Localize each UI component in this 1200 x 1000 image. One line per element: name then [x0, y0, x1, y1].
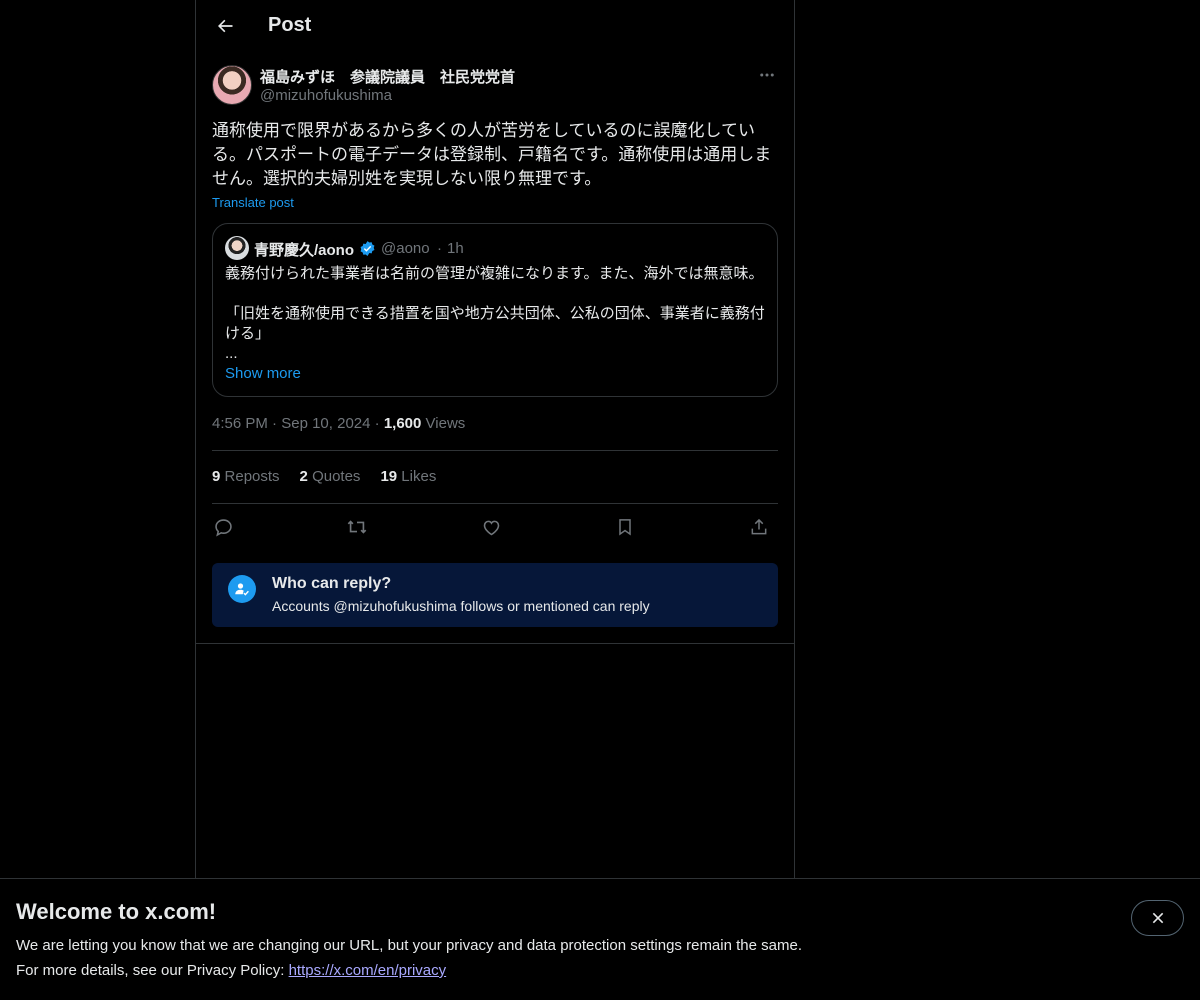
close-banner-button[interactable]	[1131, 900, 1184, 936]
bookmark-icon	[619, 519, 631, 536]
quote-timestamp: 1h	[447, 240, 464, 257]
repost-icon	[347, 520, 367, 534]
separator-dot: ·	[437, 240, 442, 257]
show-more-link[interactable]: Show more	[225, 365, 301, 382]
quote-text: 義務付けられた事業者は名前の管理が複雑になります。また、海外では無意味。 「旧姓…	[225, 264, 767, 364]
back-button[interactable]	[208, 9, 242, 43]
welcome-banner: Welcome to x.com! We are letting you kno…	[0, 878, 1200, 1000]
post-meta: 4:56 PM · Sep 10, 2024 · 1,600 Views	[212, 415, 465, 432]
author-name[interactable]: 福島みずほ 参議院議員 社民党党首	[260, 66, 515, 87]
engagement-stats: 9 Reposts 2 Quotes 19 Likes	[212, 468, 436, 485]
share-icon	[751, 518, 767, 535]
views-count: 1,600	[383, 415, 422, 432]
quoted-post[interactable]: 青野慶久/aono @aono · 1h 義務付けられた事業者は名前の管理が複雑…	[212, 223, 778, 397]
person-check-icon	[228, 575, 256, 603]
separator-dot: ·	[272, 415, 278, 432]
quote-ellipsis: ...	[225, 345, 238, 362]
quote-blank-line	[225, 284, 767, 304]
author-handle[interactable]: @mizuhofukushima	[260, 87, 392, 104]
reply-button[interactable]	[206, 510, 240, 544]
translate-post-link[interactable]: Translate post	[212, 195, 294, 210]
more-horizontal-icon	[760, 73, 774, 77]
share-button[interactable]	[742, 510, 776, 544]
quote-avatar	[225, 236, 249, 260]
separator-dot: ·	[374, 415, 380, 432]
privacy-policy-link[interactable]: https://x.com/en/privacy	[289, 962, 447, 979]
post-author: 福島みずほ 参議院議員 社民党党首 @mizuhofukushima	[212, 65, 778, 107]
verified-badge-icon	[360, 241, 375, 256]
avatar[interactable]	[212, 65, 252, 105]
views-label: Views	[425, 415, 466, 432]
quote-author-handle: @aono	[381, 240, 430, 257]
banner-message: We are letting you know that we are chan…	[16, 937, 802, 954]
who-can-reply-subtitle: Accounts @mizuhofukushima follows or men…	[272, 598, 650, 614]
divider	[196, 643, 794, 644]
bookmark-button[interactable]	[608, 510, 642, 544]
more-options-button[interactable]	[756, 65, 778, 85]
quote-line: 義務付けられた事業者は名前の管理が複雑になります。また、海外では無意味。	[225, 265, 764, 282]
divider	[212, 450, 778, 451]
like-icon	[483, 520, 499, 535]
post-text: 通称使用で限界があるから多くの人が苦労をしているのに誤魔化している。パスポートの…	[212, 121, 772, 188]
quote-author-name: 青野慶久/aono	[254, 242, 354, 259]
close-icon	[1152, 912, 1163, 924]
post-time[interactable]: 4:56 PM	[212, 415, 268, 432]
repost-button[interactable]	[340, 510, 374, 544]
reposts-stat[interactable]: 9 Reposts	[212, 468, 280, 485]
divider	[212, 503, 778, 504]
banner-title: Welcome to x.com!	[16, 899, 217, 924]
banner-privacy-line: For more details, see our Privacy Policy…	[16, 962, 447, 979]
arrow-left-icon	[218, 19, 233, 33]
timeline-column: Post 福島みずほ 参議院議員 社民党党首 @mizuhofukushima …	[195, 0, 795, 878]
quotes-stat[interactable]: 2 Quotes	[300, 468, 361, 485]
likes-stat[interactable]: 19 Likes	[380, 468, 436, 485]
post-date[interactable]: Sep 10, 2024	[281, 415, 370, 432]
page-title: Post	[268, 14, 312, 36]
who-can-reply-title: Who can reply?	[272, 575, 392, 592]
like-button[interactable]	[474, 510, 508, 544]
reply-icon	[214, 518, 232, 536]
quote-line: 「旧姓を通称使用できる措置を国や地方公共団体、公私の団体、事業者に義務付ける」	[225, 305, 765, 342]
action-bar	[212, 510, 778, 544]
who-can-reply-notice: Who can reply? Accounts @mizuhofukushima…	[212, 563, 778, 627]
post-header: Post	[196, 0, 794, 53]
